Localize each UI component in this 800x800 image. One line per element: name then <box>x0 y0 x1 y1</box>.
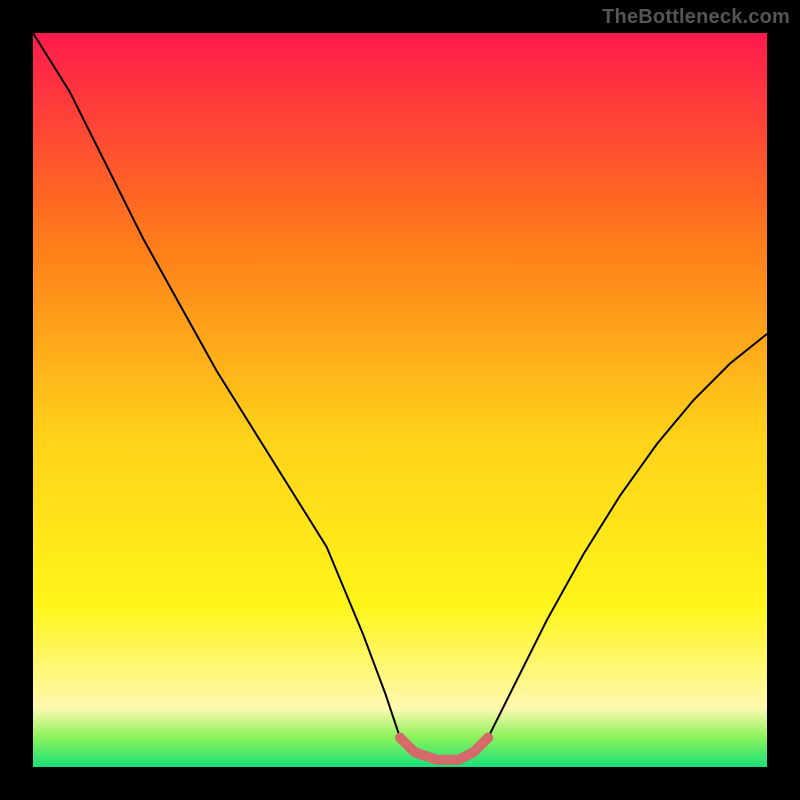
gradient-background <box>33 33 767 767</box>
plot-area <box>33 33 767 767</box>
bottleneck-chart-svg <box>33 33 767 767</box>
watermark-text: TheBottleneck.com <box>602 6 790 29</box>
chart-frame: TheBottleneck.com <box>0 0 800 800</box>
